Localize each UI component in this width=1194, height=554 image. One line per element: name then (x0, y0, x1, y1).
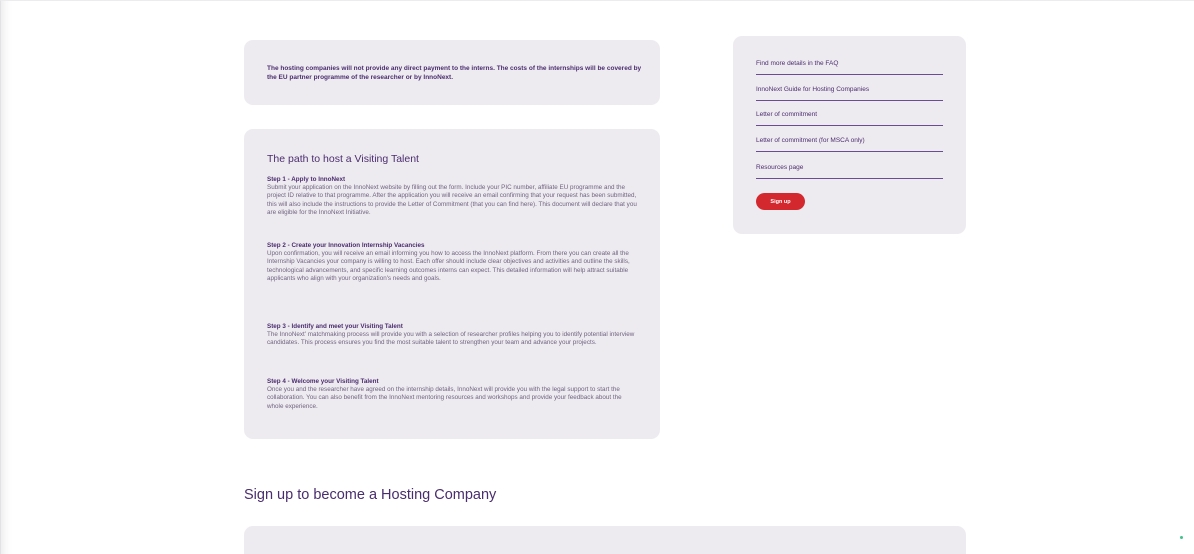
payment-info-text: The hosting companies will not provide a… (267, 65, 642, 81)
step-3: Step 3 - Identify and meet your Visiting… (267, 323, 639, 348)
hosting-path-card: The path to host a Visiting Talent Step … (244, 129, 660, 439)
payment-info-card: The hosting companies will not provide a… (244, 40, 660, 105)
step-2: Step 2 - Create your Innovation Internsh… (267, 242, 639, 283)
resources-sidebar-card: Find more details in the FAQ InnoNext Gu… (733, 36, 966, 234)
step-2-body: Upon confirmation, you will receive an e… (267, 250, 630, 282)
signup-section-heading: Sign up to become a Hosting Company (244, 487, 497, 503)
step-3-body: The InnoNext' matchmaking process will p… (267, 331, 635, 347)
letter-of-commitment-link[interactable]: Letter of commitment (756, 111, 943, 126)
letter-of-commitment-msca-link[interactable]: Letter of commitment (for MSCA only) (756, 137, 943, 152)
step-4-title: Step 4 - Welcome your Visiting Talent (267, 378, 379, 385)
step-2-title: Step 2 - Create your Innovation Internsh… (267, 242, 425, 249)
step-1-body: Submit your application on the InnoNext … (267, 184, 637, 216)
step-1-title: Step 1 - Apply to InnoNext (267, 176, 346, 183)
status-dot (1180, 536, 1183, 539)
faq-link[interactable]: Find more details in the FAQ (756, 60, 943, 75)
resources-page-link[interactable]: Resources page (756, 164, 943, 179)
step-4: Step 4 - Welcome your Visiting Talent On… (267, 378, 639, 411)
path-title: The path to host a Visiting Talent (267, 153, 419, 165)
signup-form-card (244, 526, 966, 554)
step-3-title: Step 3 - Identify and meet your Visiting… (267, 323, 403, 330)
hosting-guide-link[interactable]: InnoNext Guide for Hosting Companies (756, 86, 943, 101)
page-frame: The hosting companies will not provide a… (0, 0, 1194, 554)
step-4-body: Once you and the researcher have agreed … (267, 386, 622, 410)
step-1: Step 1 - Apply to InnoNext Submit your a… (267, 176, 639, 217)
sign-up-button[interactable]: Sign up (756, 193, 805, 210)
